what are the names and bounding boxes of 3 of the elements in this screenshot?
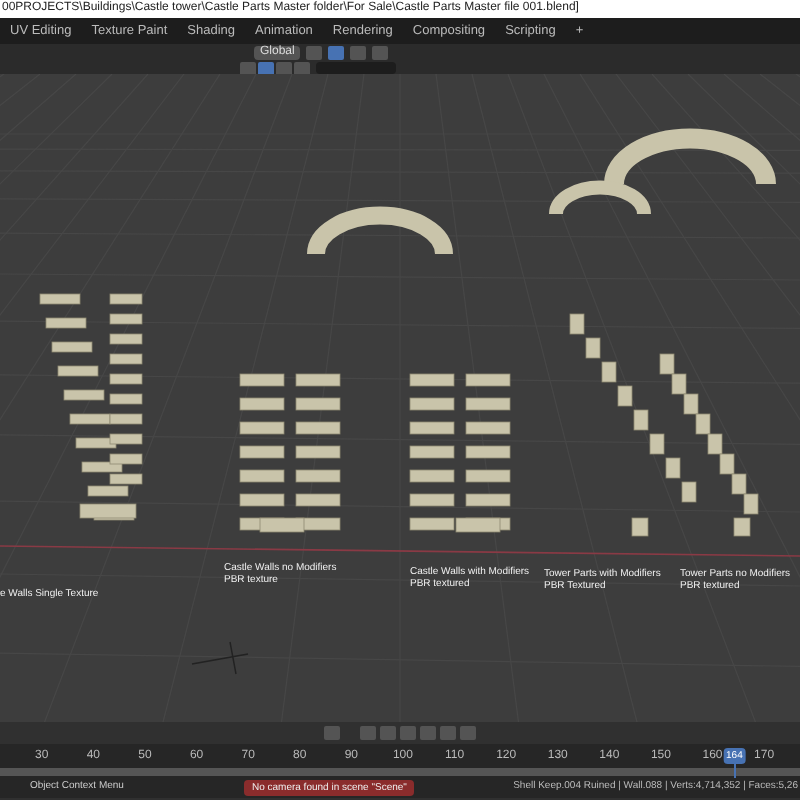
timeline-track[interactable] <box>0 768 800 776</box>
empty-object-icon <box>191 641 249 675</box>
search-field[interactable] <box>316 62 396 74</box>
